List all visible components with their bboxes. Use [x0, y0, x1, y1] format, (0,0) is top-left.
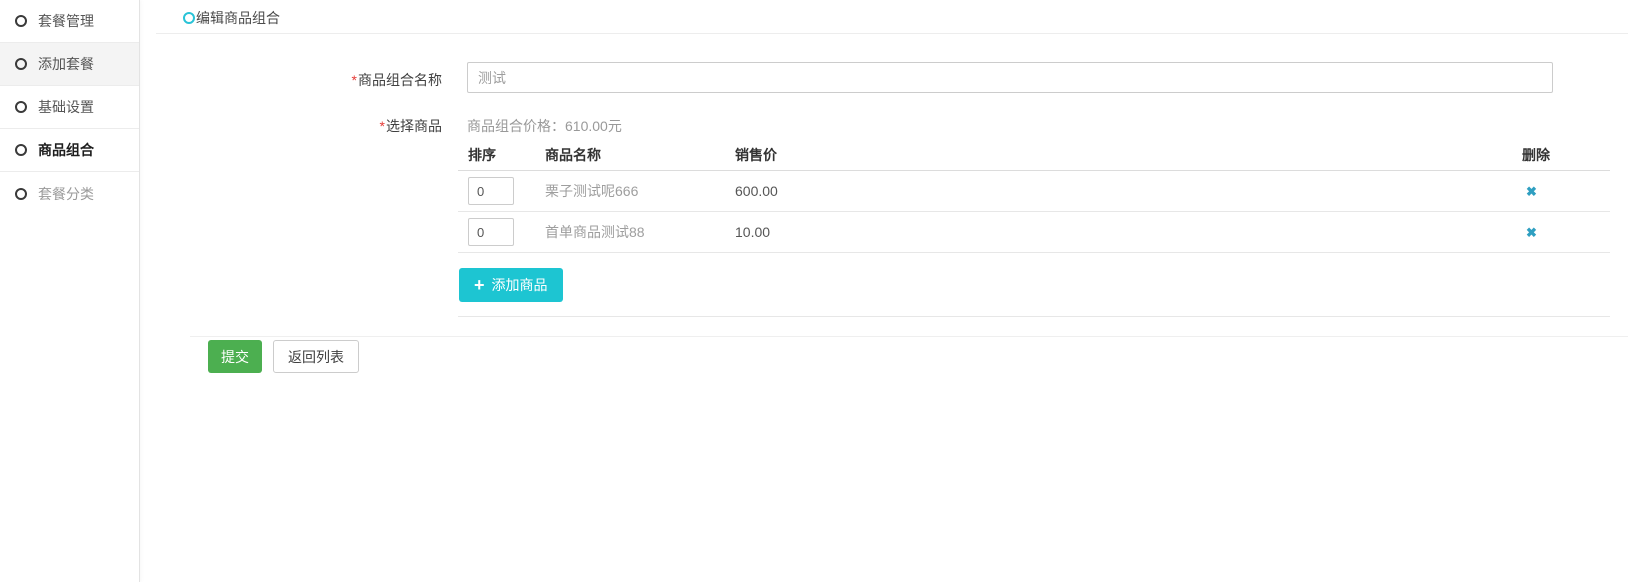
sidebar-item-label: 商品组合: [38, 140, 94, 160]
sort-input[interactable]: [468, 218, 514, 246]
sale-price: 10.00: [735, 224, 1522, 240]
combo-price-value: 610.00元: [565, 118, 622, 134]
delete-x-icon: ✖: [1526, 225, 1537, 240]
header-product-name: 商品名称: [545, 145, 735, 165]
delete-x-icon: ✖: [1526, 184, 1537, 199]
sidebar-item-product-combo[interactable]: 商品组合: [0, 129, 139, 172]
circle-icon: [15, 15, 27, 27]
product-name: 栗子测试呢666: [545, 181, 735, 201]
select-products-label-text: 选择商品: [386, 118, 442, 134]
table-header-row: 排序 商品名称 销售价 删除: [458, 140, 1610, 171]
sidebar: 套餐管理 添加套餐 基础设置 商品组合 套餐分类: [0, 0, 140, 582]
required-asterisk: *: [352, 72, 357, 88]
table-row: 栗子测试呢666 600.00 ✖: [458, 171, 1610, 212]
title-circle-icon: [183, 12, 195, 24]
sidebar-item-basic-settings[interactable]: 基础设置: [0, 86, 139, 129]
products-table: 排序 商品名称 销售价 删除 栗子测试呢666 600.00 ✖ 首单商品测试8…: [458, 140, 1610, 317]
header-divider: [156, 33, 1628, 34]
page: 套餐管理 添加套餐 基础设置 商品组合 套餐分类 编辑商品组合 *商品组合名称 …: [0, 0, 1628, 582]
sidebar-item-add-package[interactable]: 添加套餐: [0, 43, 139, 86]
circle-icon: [15, 144, 27, 156]
combo-price-label: 商品组合价格：: [467, 118, 565, 134]
sidebar-item-label: 套餐分类: [38, 184, 94, 204]
combo-name-input[interactable]: [467, 62, 1553, 93]
back-to-list-button[interactable]: 返回列表: [273, 340, 359, 373]
add-product-button[interactable]: + 添加商品: [459, 268, 563, 302]
header-delete: 删除: [1522, 145, 1610, 165]
header-sort: 排序: [458, 145, 545, 165]
combo-price-line: 商品组合价格：610.00元: [467, 116, 622, 136]
select-products-label: *选择商品: [156, 116, 442, 136]
sidebar-item-label: 套餐管理: [38, 11, 94, 31]
circle-icon: [15, 101, 27, 113]
actions-divider: [190, 336, 1628, 337]
header-sale-price: 销售价: [735, 145, 1522, 165]
sidebar-item-package-manage[interactable]: 套餐管理: [0, 0, 139, 43]
circle-icon: [15, 188, 27, 200]
delete-row-button[interactable]: ✖: [1526, 226, 1537, 239]
plus-icon: +: [474, 276, 485, 294]
page-title: 编辑商品组合: [183, 8, 280, 28]
product-name: 首单商品测试88: [545, 222, 735, 242]
delete-row-button[interactable]: ✖: [1526, 185, 1537, 198]
page-title-text: 编辑商品组合: [196, 8, 280, 28]
sort-input[interactable]: [468, 177, 514, 205]
add-product-label: 添加商品: [492, 275, 548, 295]
combo-name-label: *商品组合名称: [156, 70, 442, 90]
table-row: 首单商品测试88 10.00 ✖: [458, 212, 1610, 253]
circle-icon: [15, 58, 27, 70]
sidebar-item-package-category[interactable]: 套餐分类: [0, 172, 139, 215]
submit-button[interactable]: 提交: [208, 340, 262, 373]
sidebar-item-label: 基础设置: [38, 97, 94, 117]
sale-price: 600.00: [735, 183, 1522, 199]
sidebar-item-label: 添加套餐: [38, 54, 94, 74]
combo-name-label-text: 商品组合名称: [358, 72, 442, 88]
required-asterisk: *: [380, 118, 385, 134]
